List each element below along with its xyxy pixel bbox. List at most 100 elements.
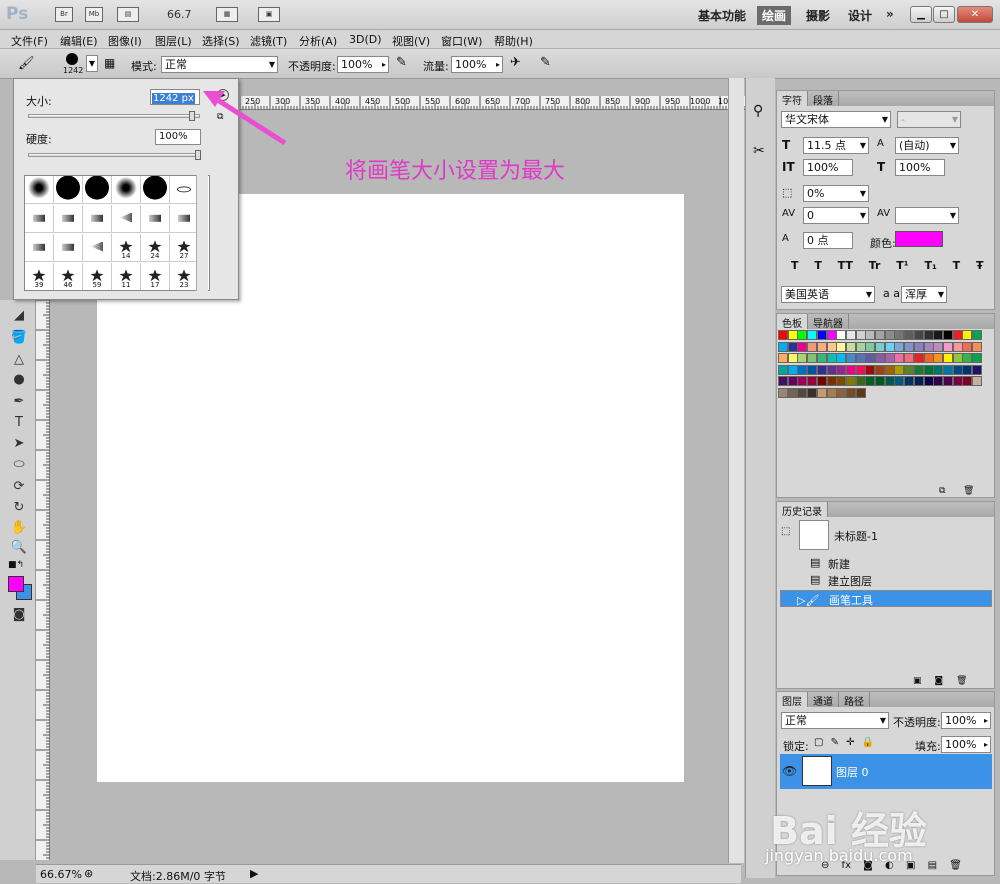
color-swatch[interactable] bbox=[816, 388, 827, 398]
brush-preset[interactable]: 17 bbox=[141, 263, 170, 290]
maximize-button[interactable]: □ bbox=[933, 6, 955, 23]
ws-more[interactable]: » bbox=[886, 7, 894, 21]
color-swatch[interactable] bbox=[884, 376, 895, 387]
tab-paragraph[interactable]: 段落 bbox=[808, 91, 839, 107]
visibility-eye-icon[interactable]: 👁 bbox=[782, 764, 797, 778]
minimize-button[interactable]: ▁ bbox=[910, 6, 932, 23]
color-swatch[interactable] bbox=[894, 364, 905, 375]
color-swatch[interactable] bbox=[807, 353, 818, 364]
vertical-scrollbar[interactable] bbox=[728, 78, 744, 863]
brush-preset[interactable] bbox=[112, 205, 141, 233]
eraser-tool-icon[interactable]: ◢ bbox=[8, 306, 30, 326]
color-swatch[interactable] bbox=[884, 353, 895, 364]
menu-edit[interactable]: 编辑(E) bbox=[60, 33, 98, 49]
brush-preset[interactable] bbox=[54, 205, 83, 233]
color-swatch[interactable] bbox=[942, 330, 953, 340]
color-swatch[interactable] bbox=[855, 388, 866, 398]
size-input[interactable]: 1242 px bbox=[150, 89, 200, 105]
color-swatch[interactable] bbox=[894, 353, 905, 364]
color-swatch[interactable] bbox=[904, 376, 915, 387]
hardness-slider-thumb[interactable] bbox=[195, 150, 201, 160]
color-swatch[interactable] bbox=[807, 330, 818, 340]
color-swatch[interactable] bbox=[816, 376, 827, 387]
brush-grid-scrollbar[interactable] bbox=[196, 175, 208, 291]
menu-image[interactable]: 图像(I) bbox=[108, 33, 142, 49]
tab-channels[interactable]: 通道 bbox=[808, 692, 839, 708]
color-swatch[interactable] bbox=[923, 330, 934, 340]
dodge-tool-icon[interactable]: ● bbox=[8, 370, 30, 390]
color-swatch[interactable] bbox=[923, 376, 934, 387]
tab-character[interactable]: 字符 bbox=[777, 91, 808, 107]
color-swatch[interactable] bbox=[942, 341, 953, 352]
color-swatch[interactable] bbox=[962, 341, 973, 352]
brush-preset[interactable] bbox=[83, 205, 112, 233]
status-info-icon[interactable]: ⊛ bbox=[84, 867, 93, 880]
hardness-slider[interactable] bbox=[28, 153, 200, 157]
color-swatch[interactable] bbox=[845, 376, 856, 387]
color-swatch[interactable] bbox=[807, 341, 818, 352]
history-item[interactable]: ▤ 建立图层 bbox=[780, 571, 992, 588]
zoom-tool-icon[interactable]: 🔍 bbox=[8, 538, 30, 558]
color-swatch[interactable] bbox=[826, 388, 837, 398]
menu-help[interactable]: 帮助(H) bbox=[494, 33, 533, 49]
color-swatch[interactable] bbox=[855, 341, 866, 352]
text-style-buttons[interactable]: T T TT Tr T¹ T₁ T Ŧ bbox=[791, 259, 983, 272]
color-swatch[interactable] bbox=[797, 388, 808, 398]
color-swatch[interactable] bbox=[826, 376, 837, 387]
leading-input[interactable]: (自动) ▼ bbox=[895, 137, 959, 154]
paint-bucket-tool-icon[interactable]: 🪣 bbox=[8, 328, 30, 348]
color-swatch[interactable] bbox=[875, 376, 885, 387]
lock-icons[interactable]: ▢ ✎ ✛ 🔒 bbox=[814, 737, 874, 748]
brush-preset[interactable]: 23 bbox=[170, 263, 199, 290]
brush-preset[interactable] bbox=[170, 205, 199, 233]
color-swatch[interactable] bbox=[855, 364, 866, 375]
arrange-docs-icon[interactable]: ▦ bbox=[216, 7, 238, 22]
brush-preset[interactable]: 46 bbox=[54, 263, 83, 290]
color-swatch[interactable] bbox=[816, 330, 827, 340]
language-select[interactable]: 美国英语 ▼ bbox=[781, 286, 875, 303]
color-swatch[interactable] bbox=[894, 330, 905, 340]
close-button[interactable]: ✕ bbox=[957, 6, 993, 23]
vertical-scale-input[interactable]: 100% bbox=[803, 159, 853, 176]
color-swatch[interactable] bbox=[913, 376, 924, 387]
brush-preset[interactable]: 11 bbox=[112, 263, 141, 290]
color-swatch[interactable] bbox=[904, 353, 915, 364]
flow-input[interactable]: 100% ▸ bbox=[451, 56, 503, 73]
color-swatch[interactable] bbox=[787, 353, 798, 364]
brush-preset[interactable]: 27 bbox=[170, 234, 199, 262]
tracking-input[interactable]: ▼ bbox=[895, 207, 959, 224]
brush-preview-icon[interactable] bbox=[66, 53, 78, 65]
color-swatch[interactable] bbox=[942, 364, 953, 375]
color-swatch[interactable] bbox=[972, 330, 982, 340]
font-size-input[interactable]: 11.5 点 ▼ bbox=[803, 137, 869, 154]
brush-preset[interactable] bbox=[25, 234, 54, 262]
color-swatch[interactable] bbox=[787, 388, 798, 398]
color-swatch[interactable] bbox=[787, 330, 798, 340]
brush-preset[interactable] bbox=[25, 205, 54, 233]
color-swatch[interactable] bbox=[875, 353, 885, 364]
history-item-selected[interactable]: ▷🖌 画笔工具 bbox=[780, 590, 992, 607]
horizontal-scale-input[interactable]: 100% bbox=[895, 159, 945, 176]
quick-mask-icon[interactable]: ◙ bbox=[8, 605, 30, 625]
antialias-select[interactable]: 浑厚 ▼ bbox=[901, 286, 947, 303]
color-swatch[interactable] bbox=[933, 364, 944, 375]
hand-tool-icon[interactable]: ✋ bbox=[8, 518, 30, 538]
ellipse-tool-icon[interactable]: ⬭ bbox=[8, 455, 30, 475]
opacity-input[interactable]: 100% ▸ bbox=[337, 56, 389, 73]
color-swatch[interactable] bbox=[836, 388, 847, 398]
color-swatch[interactable] bbox=[875, 364, 885, 375]
brush-presets-panel-icon[interactable]: ⚲ bbox=[753, 103, 763, 119]
color-swatch[interactable] bbox=[826, 330, 837, 340]
size-slider[interactable] bbox=[28, 114, 200, 118]
color-swatch[interactable] bbox=[845, 388, 856, 398]
brush-preset[interactable]: 14 bbox=[112, 234, 141, 262]
color-swatch[interactable] bbox=[797, 330, 808, 340]
menu-view[interactable]: 视图(V) bbox=[392, 33, 430, 49]
color-swatch[interactable] bbox=[816, 353, 827, 364]
color-swatch[interactable] bbox=[933, 341, 944, 352]
color-swatch[interactable] bbox=[942, 376, 953, 387]
brush-preset[interactable] bbox=[25, 176, 54, 204]
brush-preset[interactable] bbox=[112, 176, 141, 204]
brush-preset[interactable] bbox=[170, 176, 199, 204]
menu-filter[interactable]: 滤镜(T) bbox=[250, 33, 287, 49]
